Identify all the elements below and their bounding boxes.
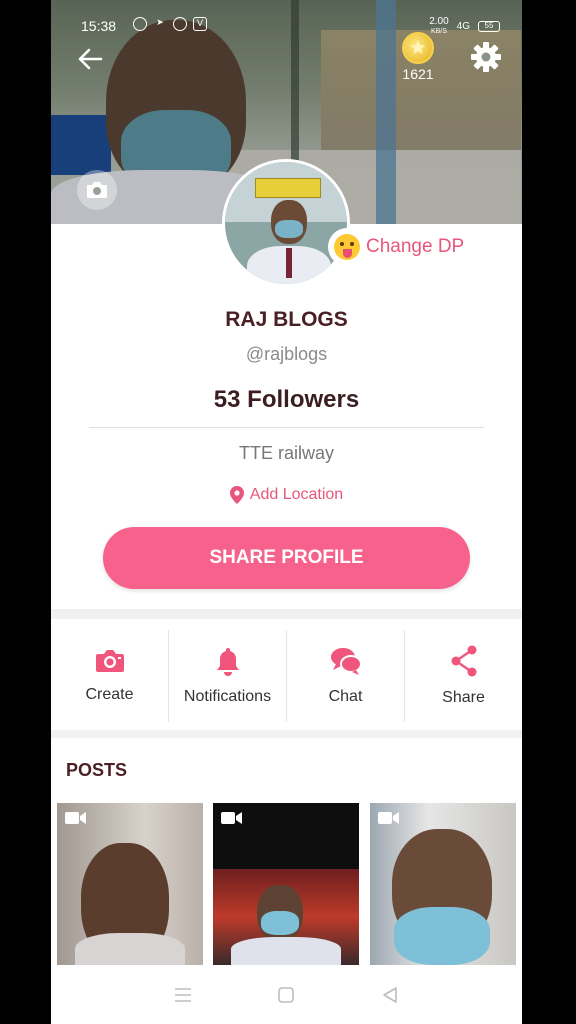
whatsapp-icon bbox=[133, 17, 147, 31]
location-pin-icon bbox=[229, 486, 244, 504]
chat-button[interactable]: Chat bbox=[287, 630, 405, 722]
add-location-link[interactable]: Add Location bbox=[51, 486, 522, 504]
home-icon[interactable] bbox=[277, 986, 295, 1004]
post-thumbnail[interactable] bbox=[57, 803, 203, 965]
profile-picture[interactable] bbox=[222, 159, 350, 287]
share-icon bbox=[451, 645, 476, 677]
share-button[interactable]: Share bbox=[405, 630, 522, 722]
profile-screen: 15:38 ➤ V 2.00 KB/S 4G 55 1621 Change DP… bbox=[51, 0, 522, 1024]
signal-icon: 4G bbox=[456, 21, 470, 32]
status-time: 15:38 bbox=[81, 18, 117, 34]
divider bbox=[89, 427, 484, 428]
network-speed: 2.00 KB/S bbox=[429, 16, 449, 36]
profile-name: RAJ BLOGS bbox=[225, 308, 348, 331]
action-bar: Create Notifications Chat Share bbox=[51, 630, 522, 722]
menu-icon[interactable] bbox=[174, 987, 192, 1003]
post-thumbnail[interactable] bbox=[370, 803, 516, 965]
section-separator bbox=[51, 609, 522, 619]
back-icon[interactable] bbox=[381, 986, 399, 1004]
posts-title: POSTS bbox=[66, 760, 128, 780]
system-nav-bar bbox=[51, 966, 522, 1024]
notification-icons: ➤ V bbox=[133, 17, 207, 31]
video-camera-icon bbox=[221, 812, 242, 824]
share-profile-button[interactable]: SHARE PROFILE bbox=[103, 527, 470, 589]
battery-icon: 55 bbox=[478, 21, 500, 32]
create-button[interactable]: Create bbox=[51, 630, 169, 722]
post-thumbnail[interactable] bbox=[213, 803, 359, 965]
coin-count: 1621 bbox=[402, 66, 434, 82]
tongue-emoji-icon bbox=[334, 234, 360, 260]
profile-handle: @rajblogs bbox=[245, 344, 328, 364]
status-bar: 15:38 ➤ V 2.00 KB/S 4G 55 bbox=[51, 14, 522, 40]
camera-icon bbox=[95, 650, 124, 672]
camera-icon bbox=[87, 182, 107, 198]
coin-icon[interactable] bbox=[402, 32, 434, 64]
video-camera-icon bbox=[378, 812, 399, 824]
change-dp-button[interactable]: Change DP bbox=[328, 228, 477, 266]
bell-icon bbox=[216, 648, 239, 676]
followers-count[interactable]: 53 Followers bbox=[51, 386, 522, 414]
notifications-button[interactable]: Notifications bbox=[169, 630, 287, 722]
gear-icon[interactable] bbox=[469, 40, 503, 74]
sync-icon bbox=[173, 17, 187, 31]
section-separator bbox=[51, 730, 522, 738]
video-camera-icon bbox=[65, 812, 86, 824]
back-arrow-icon[interactable] bbox=[75, 44, 105, 74]
profile-bio: TTE railway bbox=[238, 443, 334, 463]
chat-bubbles-icon bbox=[330, 648, 362, 675]
edit-cover-button[interactable] bbox=[77, 170, 117, 210]
vpn-icon: V bbox=[193, 17, 207, 31]
telegram-icon: ➤ bbox=[156, 17, 164, 27]
